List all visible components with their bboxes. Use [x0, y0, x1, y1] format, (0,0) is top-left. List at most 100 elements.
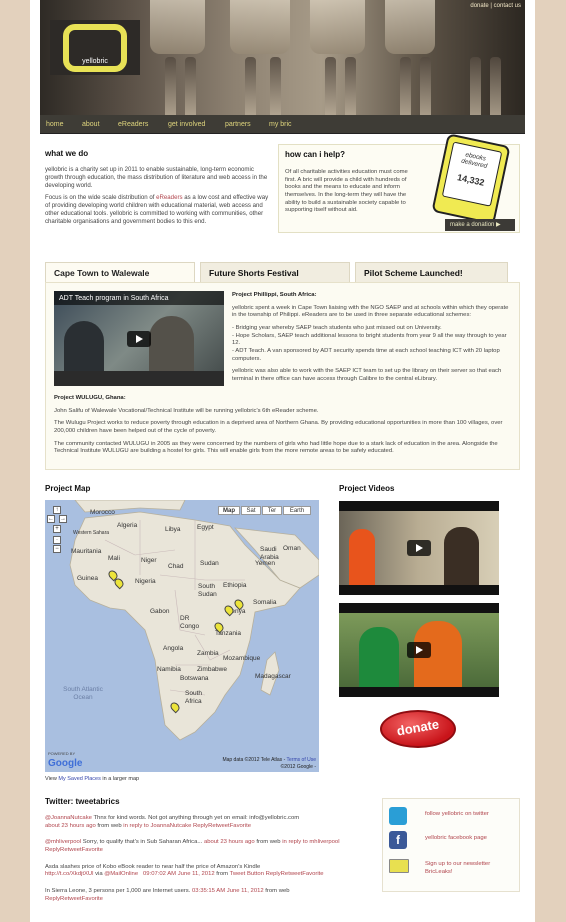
- tweet-time-link[interactable]: about 23 hours ago: [45, 823, 96, 829]
- map-label: Ethiopia: [223, 582, 247, 589]
- pan-up-icon[interactable]: ↑: [53, 506, 61, 514]
- tweet-time-link[interactable]: about 23 hours ago: [204, 839, 255, 845]
- banner-photo-figure: [345, 57, 356, 115]
- powered-by-label: POWERED BY: [48, 750, 76, 756]
- play-icon[interactable]: [127, 331, 151, 347]
- map-label: South Africa: [185, 690, 202, 706]
- banner-photo-figure: [470, 57, 481, 115]
- zoom-in-icon[interactable]: +: [53, 525, 61, 533]
- banner-photo-figure: [245, 57, 256, 115]
- terms-of-use-link[interactable]: Terms of Use: [287, 757, 316, 763]
- logo[interactable]: yellobric: [50, 20, 140, 75]
- nav-home[interactable]: home: [46, 120, 64, 129]
- map-note-after: in a larger map: [100, 776, 140, 782]
- project-phillippi-text: Project Phillippi, South Africa: yellobr…: [232, 292, 512, 389]
- nav-get-involved[interactable]: get involved: [168, 120, 205, 129]
- tweet-reply-links[interactable]: in reply to JoannaNutcake ReplyRetweetFa…: [123, 823, 251, 829]
- nav-partners[interactable]: partners: [225, 120, 251, 129]
- map-label: Sudan: [200, 560, 219, 567]
- nav-my-bric[interactable]: my bric: [269, 120, 292, 129]
- project-wulugu-p3: The community contacted WULUGU in 2005 a…: [54, 440, 498, 455]
- ebooks-delivered-count: 14,332: [456, 172, 486, 189]
- tweet-reply-links[interactable]: Tweet Button ReplyRetweetFavorite: [230, 871, 324, 877]
- ereaders-link[interactable]: eReaders: [156, 194, 182, 201]
- tweet-user-link[interactable]: @mhliverpool: [45, 839, 81, 845]
- tab-pilot-scheme[interactable]: Pilot Scheme Launched!: [355, 262, 508, 282]
- zoom-out-icon[interactable]: −: [53, 545, 61, 553]
- ereader-screen: ebooks delivered 14,332: [441, 141, 503, 207]
- header-banner: donate | contact us yellobric: [40, 0, 525, 115]
- map-type-sat-button[interactable]: Sat: [241, 506, 261, 515]
- donate-button[interactable]: donate: [380, 710, 456, 772]
- newsletter-signup-label: Sign up to our newsletter BricLeaks!: [425, 861, 491, 875]
- video-title: ADT Teach program in South Africa: [54, 291, 224, 305]
- project-map[interactable]: Map Sat Ter Earth ↑ ← → + · − Morocco Al…: [45, 500, 319, 772]
- tweet-text: In Sierra Leone, 3 persons per 1,000 are…: [45, 888, 193, 895]
- map-type-map-button[interactable]: Map: [218, 506, 240, 515]
- social-links-box: follow yellobric on twitter f yellobric …: [382, 798, 520, 892]
- tweet-url-link[interactable]: http://t.co/XkdjtXUl: [45, 871, 93, 877]
- map-canvas: [69, 500, 319, 741]
- project-video-2[interactable]: [339, 603, 499, 697]
- pan-right-icon[interactable]: →: [59, 515, 67, 523]
- how-can-i-help-text: Of all charitable activities education m…: [285, 169, 408, 214]
- tweet-source: from web: [95, 822, 124, 829]
- project-video-1[interactable]: [339, 501, 499, 595]
- map-type-earth-button[interactable]: Earth: [283, 506, 311, 515]
- tweet-time-link[interactable]: 09:07:02 AM June 11, 2012: [143, 871, 215, 877]
- twitter-follow-link[interactable]: follow yellobric on twitter: [389, 807, 519, 829]
- pan-left-icon[interactable]: ←: [47, 515, 55, 523]
- map-label: Guinea: [77, 575, 98, 582]
- tweet-text: Thnx for kind words. Not got anything th…: [91, 815, 300, 821]
- map-label: Western Sahara: [73, 530, 110, 536]
- tweet: Asda slashes price of Kobo eBook reader …: [45, 864, 350, 879]
- nav-about[interactable]: about: [82, 120, 100, 129]
- banner-photo-figure: [490, 57, 501, 115]
- tweet-text: Asda slashes price of Kobo eBook reader …: [45, 863, 261, 870]
- contact-us-link[interactable]: contact us: [494, 3, 521, 9]
- tweet-reply-links[interactable]: ReplyRetweetFavorite: [45, 896, 103, 902]
- tab-panel: ADT Teach program in South Africa Projec…: [45, 282, 520, 470]
- newsletter-signup-link[interactable]: Sign up to our newsletter BricLeaks!: [389, 857, 519, 885]
- project-phillippi-list: - Bridging year whereby SAEP teach stude…: [232, 325, 507, 362]
- play-icon[interactable]: [407, 642, 431, 658]
- map-type-ter-button[interactable]: Ter: [262, 506, 282, 515]
- tweet-source: from web: [263, 888, 290, 895]
- zoom-slider[interactable]: ·: [53, 536, 61, 544]
- tweet-via-user-link[interactable]: @MailOnline: [104, 871, 138, 877]
- banner-photo-figure: [165, 57, 176, 115]
- nav-ereaders[interactable]: eReaders: [118, 120, 148, 129]
- banner-photo-figure: [400, 57, 411, 115]
- tweet-user-link[interactable]: @JoannaNutcake: [45, 815, 92, 821]
- tab-cape-town[interactable]: Cape Town to Walewale: [45, 262, 195, 282]
- project-wulugu-title: Project WULUGU, Ghana:: [54, 395, 126, 401]
- map-label: Somalia: [253, 599, 277, 606]
- donate-top-link[interactable]: donate: [470, 3, 488, 9]
- logo-text: yellobric: [82, 58, 108, 65]
- project-phillippi-outro: yellobric was also able to work with the…: [232, 368, 502, 383]
- tab-future-shorts[interactable]: Future Shorts Festival: [200, 262, 350, 282]
- make-a-donation-button[interactable]: make a donation ▶: [445, 219, 515, 231]
- map-label: Mauritania: [71, 548, 102, 555]
- map-label: Chad: [168, 563, 184, 570]
- map-label: South Atlantic Ocean: [63, 686, 103, 702]
- facebook-page-link[interactable]: f yellobric facebook page: [389, 831, 519, 853]
- ereader-icon: ebooks delivered 14,332: [431, 133, 511, 225]
- banner-photo-figure: [385, 0, 435, 54]
- adt-teach-video[interactable]: ADT Teach program in South Africa: [54, 291, 224, 386]
- map-label: Botswana: [180, 675, 209, 682]
- tweet-text: Sorry, to qualify that's in Sub Saharan …: [81, 839, 203, 846]
- map-label: Mali: [108, 555, 120, 562]
- video-figure: [64, 321, 104, 376]
- play-icon[interactable]: [407, 540, 431, 556]
- map-label: Libya: [165, 526, 181, 533]
- my-saved-places-link[interactable]: My Saved Places: [58, 776, 101, 782]
- map-label: Oman: [283, 545, 301, 552]
- project-wulugu-text: Project WULUGU, Ghana: John Salifu of Wa…: [54, 395, 512, 461]
- map-label: Zimbabwe: [197, 666, 227, 673]
- video-figure: [444, 527, 479, 585]
- tweet-list: @JoannaNutcake Thnx for kind words. Not …: [45, 815, 350, 912]
- tweet-time-link[interactable]: 03:35:15 AM June 11, 2012: [192, 888, 264, 894]
- map-note: View My Saved Places in a larger map: [45, 776, 139, 783]
- map-label: Niger: [141, 557, 157, 564]
